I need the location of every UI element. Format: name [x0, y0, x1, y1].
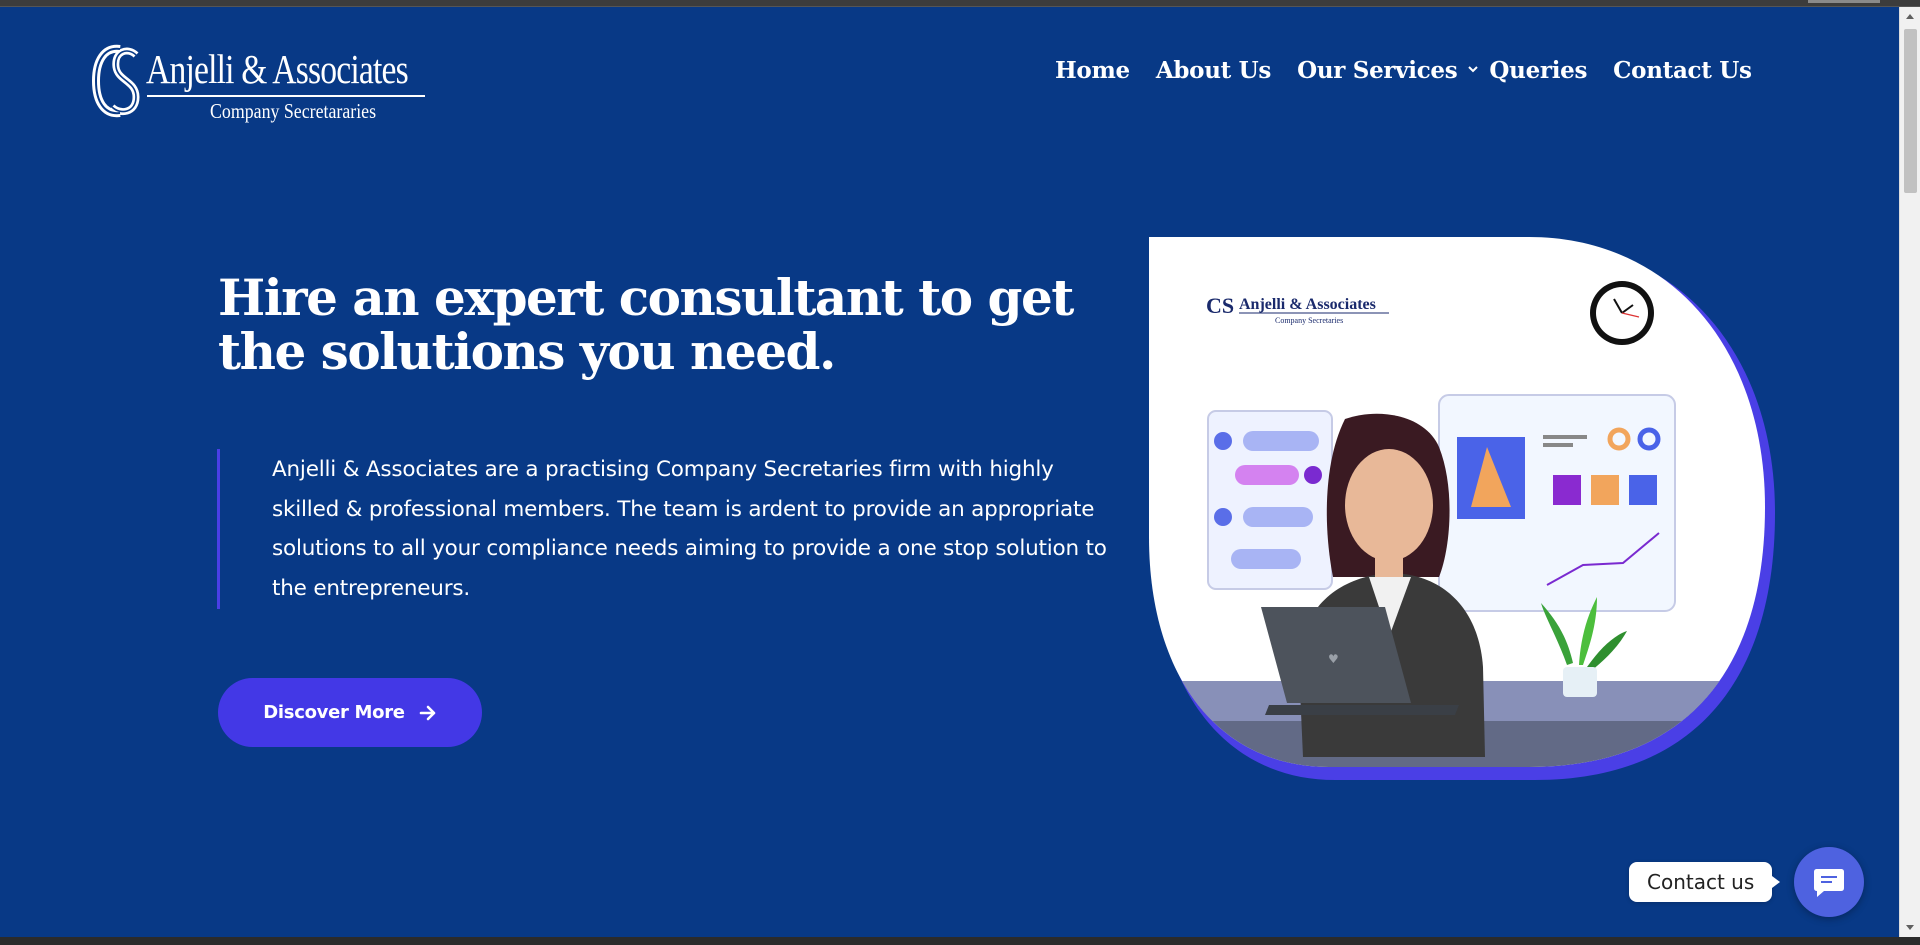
- nav-home[interactable]: Home: [1055, 57, 1130, 84]
- scroll-up-arrow-icon[interactable]: [1906, 14, 1914, 19]
- consultant-illustration: CS Anjelli & Associates Company Secretar…: [1149, 237, 1775, 780]
- vertical-scroll-thumb[interactable]: [1904, 29, 1917, 193]
- main-navigation: Home About Us Our Services Queries Conta…: [1055, 57, 1752, 84]
- discover-more-label: Discover More: [263, 702, 405, 723]
- chat-panel-graphic: [1207, 410, 1333, 590]
- horizontal-scroll-thumb[interactable]: [1808, 0, 1880, 3]
- quote-accent-bar: [217, 449, 220, 609]
- svg-text:CS: CS: [1206, 293, 1234, 318]
- hero-description: Anjelli & Associates are a practising Co…: [272, 457, 1107, 601]
- chevron-down-icon[interactable]: [1467, 64, 1479, 74]
- scroll-down-arrow-icon[interactable]: [1906, 925, 1914, 930]
- nav-contact-us[interactable]: Contact Us: [1613, 57, 1752, 84]
- chat-launcher-button[interactable]: [1794, 847, 1864, 917]
- hero-title: Hire an expert consultant to get the sol…: [218, 268, 1074, 381]
- arrow-right-icon: [419, 705, 436, 720]
- dashboard-panel-graphic: [1438, 394, 1676, 612]
- nav-our-services[interactable]: Our Services: [1297, 57, 1458, 84]
- vertical-scrollbar[interactable]: [1899, 7, 1920, 937]
- logo-tagline: Company Secretararies: [210, 99, 377, 123]
- logo-name: Anjelli & Associates: [146, 46, 409, 92]
- page-viewport: Anjelli & Associates Company Secretarari…: [0, 7, 1899, 937]
- logo-divider: [147, 95, 425, 97]
- browser-top-strip: [0, 0, 1920, 7]
- site-logo[interactable]: Anjelli & Associates Company Secretarari…: [90, 41, 430, 131]
- nav-queries[interactable]: Queries: [1489, 57, 1587, 84]
- contact-us-chat-label[interactable]: Contact us: [1629, 862, 1781, 902]
- svg-text:♥: ♥: [1328, 652, 1339, 666]
- nav-about-us[interactable]: About Us: [1156, 57, 1272, 84]
- browser-bottom-strip: [0, 937, 1920, 945]
- wall-clock-icon: [1590, 281, 1654, 345]
- chat-bubble-icon: [1814, 869, 1844, 897]
- discover-more-button[interactable]: Discover More: [218, 678, 482, 747]
- illustration-logo-name: Anjelli & Associates: [1239, 296, 1376, 313]
- cs-monogram-icon: [91, 44, 140, 118]
- illustration-logo-tagline: Company Secretaries: [1275, 316, 1343, 325]
